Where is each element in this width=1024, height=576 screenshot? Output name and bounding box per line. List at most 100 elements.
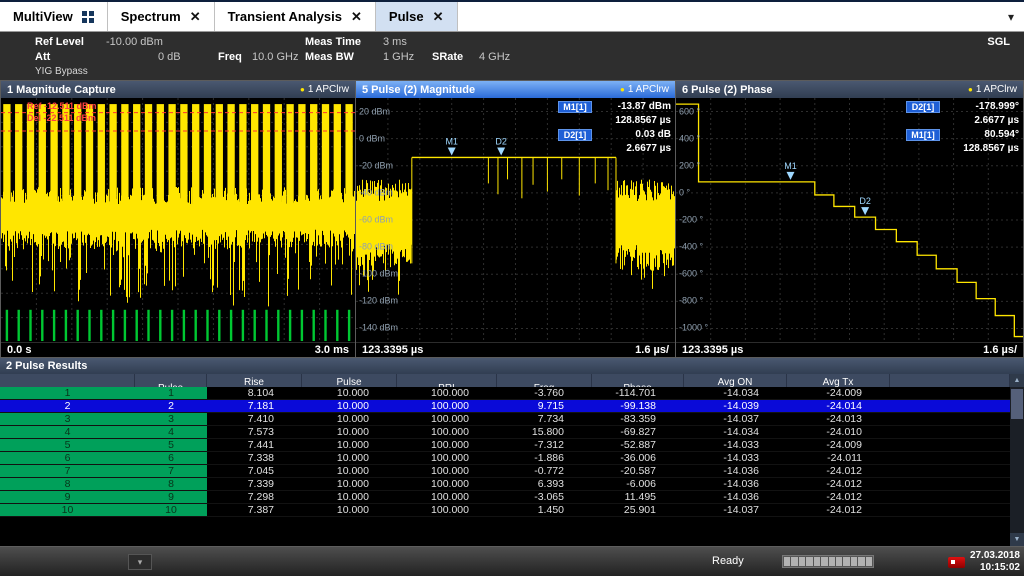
panel-header-magnitude-capture[interactable]: 1 Magnitude Capture ●1 APClrw (1, 81, 355, 98)
att-value[interactable]: 0 dB (158, 51, 181, 63)
value-cell[interactable]: -20.587 (592, 465, 684, 478)
meas-bw-value[interactable]: 1 GHz (383, 51, 414, 63)
value-cell[interactable]: -24.010 (787, 426, 890, 439)
scroll-up-button[interactable]: ▲ (1010, 374, 1024, 387)
freq-value[interactable]: 10.0 GHz (252, 51, 298, 63)
value-cell[interactable]: 15.800 (497, 426, 592, 439)
value-cell[interactable]: 7.410 (207, 413, 302, 426)
value-cell[interactable]: 10.000 (302, 478, 397, 491)
value-cell[interactable]: 7.181 (207, 400, 302, 413)
value-cell[interactable]: 7.387 (207, 504, 302, 517)
pulse-no-cell[interactable]: 7 (135, 465, 207, 478)
meas-bw-label[interactable]: Meas BW (305, 51, 354, 63)
pulse-no-cell[interactable]: 9 (135, 491, 207, 504)
value-cell[interactable]: 7.339 (207, 478, 302, 491)
value-cell[interactable]: 100.000 (397, 478, 497, 491)
pulse-no-cell[interactable]: 1 (135, 387, 207, 400)
pulse-no-cell[interactable]: 10 (135, 504, 207, 517)
value-cell[interactable]: -14.033 (684, 439, 787, 452)
value-cell[interactable]: -14.037 (684, 504, 787, 517)
value-cell[interactable]: 10.000 (302, 465, 397, 478)
value-cell[interactable]: -14.034 (684, 387, 787, 400)
value-cell[interactable]: 7.298 (207, 491, 302, 504)
value-cell[interactable]: 10.000 (302, 452, 397, 465)
value-cell[interactable]: -69.827 (592, 426, 684, 439)
value-cell[interactable]: 7.734 (497, 413, 592, 426)
value-cell[interactable]: -14.039 (684, 400, 787, 413)
pulse-no-cell[interactable]: 4 (135, 426, 207, 439)
value-cell[interactable]: 7.441 (207, 439, 302, 452)
magnitude-capture-plot[interactable]: Ref -12.511 dBm Del -22.511 dBm (1, 98, 355, 342)
value-cell[interactable]: 7.045 (207, 465, 302, 478)
srate-value[interactable]: 4 GHz (479, 51, 510, 63)
att-label[interactable]: Att (35, 51, 50, 63)
row-filler-cell[interactable] (890, 426, 1010, 439)
value-cell[interactable]: -14.034 (684, 426, 787, 439)
row-filler-cell[interactable] (890, 478, 1010, 491)
value-cell[interactable]: 100.000 (397, 400, 497, 413)
value-cell[interactable]: -24.014 (787, 400, 890, 413)
row-filler-cell[interactable] (890, 491, 1010, 504)
value-cell[interactable]: -24.009 (787, 387, 890, 400)
pulse-no-cell[interactable]: 5 (135, 439, 207, 452)
value-cell[interactable]: 1.450 (497, 504, 592, 517)
close-icon[interactable]: ✕ (190, 10, 201, 23)
value-cell[interactable]: 7.338 (207, 452, 302, 465)
close-icon[interactable]: ✕ (351, 10, 362, 23)
id-cell[interactable]: 7 (0, 465, 135, 478)
value-cell[interactable]: -6.006 (592, 478, 684, 491)
results-table-title[interactable]: 2 Pulse Results (0, 358, 1024, 374)
value-cell[interactable]: -24.012 (787, 491, 890, 504)
value-cell[interactable]: -24.013 (787, 413, 890, 426)
id-cell[interactable]: 3 (0, 413, 135, 426)
value-cell[interactable]: -14.036 (684, 465, 787, 478)
value-cell[interactable]: 10.000 (302, 413, 397, 426)
tab-transient-analysis[interactable]: Transient Analysis ✕ (215, 2, 376, 31)
row-filler-cell[interactable] (890, 387, 1010, 400)
value-cell[interactable]: -1.886 (497, 452, 592, 465)
freq-label[interactable]: Freq (218, 51, 242, 63)
id-cell[interactable]: 9 (0, 491, 135, 504)
row-filler-cell[interactable] (890, 413, 1010, 426)
value-cell[interactable]: -14.037 (684, 413, 787, 426)
value-cell[interactable]: -14.036 (684, 491, 787, 504)
row-filler-cell[interactable] (890, 452, 1010, 465)
table-scrollbar[interactable]: ▲ ▼ (1010, 374, 1024, 546)
value-cell[interactable]: -14.036 (684, 478, 787, 491)
value-cell[interactable]: -7.312 (497, 439, 592, 452)
value-cell[interactable]: 100.000 (397, 439, 497, 452)
value-cell[interactable]: -0.772 (497, 465, 592, 478)
value-cell[interactable]: -83.359 (592, 413, 684, 426)
tab-pulse[interactable]: Pulse ✕ (376, 2, 458, 31)
scroll-down-button[interactable]: ▼ (1010, 533, 1024, 546)
meas-time-label[interactable]: Meas Time (305, 36, 361, 48)
pulse-no-cell[interactable]: 3 (135, 413, 207, 426)
value-cell[interactable]: 100.000 (397, 504, 497, 517)
pulse-no-cell[interactable]: 2 (135, 400, 207, 413)
value-cell[interactable]: 10.000 (302, 426, 397, 439)
id-cell[interactable]: 10 (0, 504, 135, 517)
ref-level-value[interactable]: -10.00 dBm (106, 36, 163, 48)
value-cell[interactable]: -52.887 (592, 439, 684, 452)
id-cell[interactable]: 5 (0, 439, 135, 452)
id-cell[interactable]: 8 (0, 478, 135, 491)
value-cell[interactable]: -24.011 (787, 452, 890, 465)
value-cell[interactable]: 100.000 (397, 413, 497, 426)
value-cell[interactable]: -24.009 (787, 439, 890, 452)
panel-header-pulse-magnitude[interactable]: 5 Pulse (2) Magnitude ●1 APClrw (356, 81, 675, 98)
value-cell[interactable]: 9.715 (497, 400, 592, 413)
scroll-track[interactable] (1010, 387, 1024, 533)
pulse-no-cell[interactable]: 8 (135, 478, 207, 491)
value-cell[interactable]: 100.000 (397, 426, 497, 439)
value-cell[interactable]: 11.495 (592, 491, 684, 504)
value-cell[interactable]: 10.000 (302, 387, 397, 400)
meas-time-value[interactable]: 3 ms (383, 36, 407, 48)
value-cell[interactable]: 10.000 (302, 439, 397, 452)
id-cell[interactable]: 4 (0, 426, 135, 439)
scroll-thumb[interactable] (1011, 389, 1023, 419)
tab-multiview[interactable]: MultiView (0, 2, 108, 31)
value-cell[interactable]: 10.000 (302, 504, 397, 517)
value-cell[interactable]: -36.006 (592, 452, 684, 465)
value-cell[interactable]: 7.573 (207, 426, 302, 439)
value-cell[interactable]: -24.012 (787, 478, 890, 491)
